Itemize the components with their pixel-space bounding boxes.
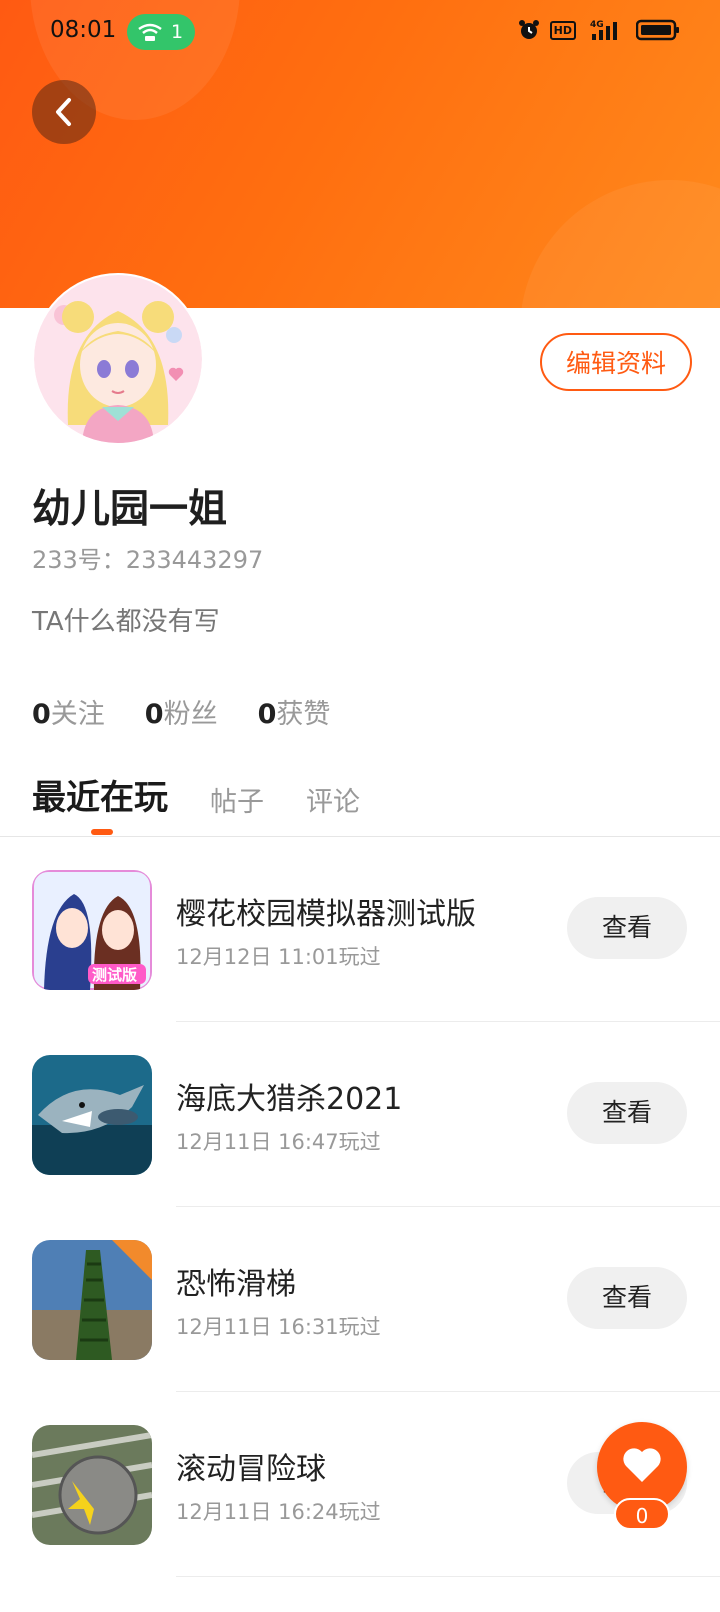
stat-following[interactable]: 0关注 [32,692,105,731]
list-divider [176,1576,720,1577]
status-time: 08:01 [50,17,117,43]
hotspot-pill: 1 [127,14,195,50]
wifi-icon [138,23,162,41]
stat-fans-count: 0 [144,699,164,730]
game-title: 恐怖滑梯 [176,1267,296,1302]
game-played-time: 12月11日 16:31玩过 [176,1315,381,1339]
chevron-left-icon [56,98,71,126]
game-title: 滚动冒险球 [176,1452,326,1487]
profile-uid: 233号：233443297 [32,546,264,574]
avatar[interactable] [34,275,202,443]
stat-following-count: 0 [32,699,51,730]
sakura-school-icon: 测试版 [32,870,152,990]
back-button[interactable] [32,80,96,144]
hotspot-count: 1 [171,21,184,43]
rolling-ball-icon [32,1425,152,1545]
list-item[interactable]: 恐怖滑梯 12月11日 16:31玩过 查看 [0,1207,720,1392]
stat-following-label: 关注 [50,699,105,730]
stat-fans-label: 粉丝 [163,699,218,730]
profile-stats: 0关注 0粉丝 0获赞 [32,692,330,731]
game-played-time: 12月11日 16:24玩过 [176,1500,381,1524]
view-button[interactable]: 查看 [567,1082,687,1144]
shark-game-icon [32,1055,152,1175]
status-bar: 08:01 1 HD 4G [0,0,720,64]
battery-icon [636,19,679,41]
game-title: 樱花校园模拟器测试版 [176,897,476,932]
profile-bio: TA什么都没有写 [32,607,220,637]
stat-fans[interactable]: 0粉丝 [145,692,218,731]
heart-icon [623,1448,661,1482]
alarm-icon [518,20,539,39]
active-tab-indicator [91,829,113,835]
profile-tabs: 最近在玩 帖子 评论 [32,770,402,819]
hd-badge: HD [549,20,576,40]
signal-icon: 4G [590,20,617,40]
svg-text:测试版: 测试版 [92,966,137,984]
tab-recently-played[interactable]: 最近在玩 [32,770,168,819]
list-item[interactable]: 海底大猎杀2021 12月11日 16:47玩过 查看 [0,1022,720,1207]
stat-likes-label: 获赞 [276,699,331,730]
game-played-time: 12月12日 11:01玩过 [176,945,381,969]
stat-likes-count: 0 [257,699,277,730]
profile-nickname: 幼儿园一姐 [32,487,228,532]
anime-avatar-icon [34,275,202,443]
stat-likes[interactable]: 0获赞 [258,692,331,731]
tab-posts[interactable]: 帖子 [210,780,264,819]
game-title: 海底大猎杀2021 [176,1082,403,1117]
edit-profile-button[interactable]: 编辑资料 [540,333,692,391]
view-button[interactable]: 查看 [567,1267,687,1329]
tab-comments[interactable]: 评论 [306,780,360,819]
view-button[interactable]: 查看 [567,897,687,959]
horror-slide-icon [32,1240,152,1360]
game-played-time: 12月11日 16:47玩过 [176,1130,381,1154]
like-count-badge: 0 [614,1498,670,1530]
svg-text:4G: 4G [590,20,604,30]
list-item[interactable]: 测试版 樱花校园模拟器测试版 12月12日 11:01玩过 查看 [0,837,720,1022]
